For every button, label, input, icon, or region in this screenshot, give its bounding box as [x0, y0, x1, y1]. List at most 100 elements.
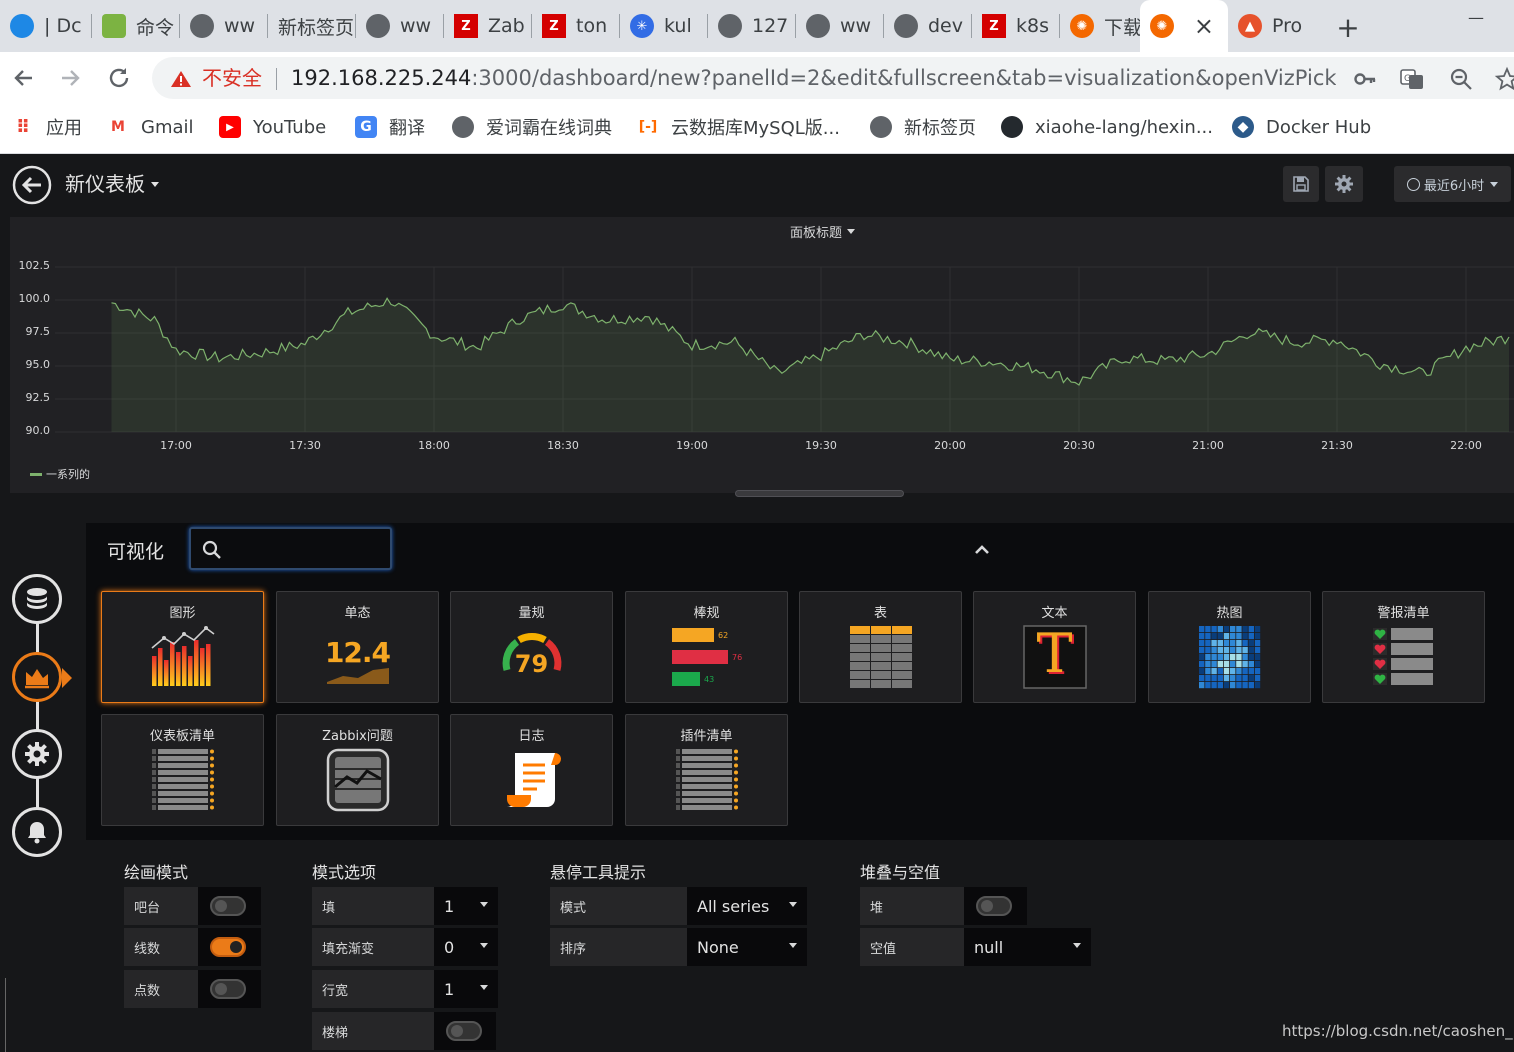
mode-options-title: 模式选项 — [312, 863, 377, 882]
x-tick-label: 22:00 — [1450, 439, 1482, 452]
x-tick-label: 19:00 — [676, 439, 708, 452]
active-tab-arrow — [62, 668, 72, 688]
queries-tab[interactable] — [12, 574, 62, 624]
general-tab[interactable] — [12, 729, 62, 779]
viz-card[interactable]: 表 — [799, 591, 962, 703]
y-tick-label: 90.0 — [25, 424, 51, 437]
x-tick-label: 20:30 — [1063, 439, 1095, 452]
stack-switch-cell — [964, 887, 1027, 925]
stack-toggle[interactable] — [976, 896, 1012, 916]
caret-down-icon — [789, 943, 797, 948]
viz-sample-value: 79 — [514, 650, 549, 678]
tooltip-sort-label: 排序 — [550, 928, 687, 966]
tooltip-sort-select[interactable]: None — [687, 928, 807, 966]
fill-gradient-value: 0 — [444, 937, 455, 957]
legend-label: 一系列的 — [46, 468, 90, 481]
bell-icon — [28, 822, 46, 844]
line-chart[interactable] — [0, 0, 1514, 500]
viz-card[interactable]: 量规 79 — [450, 591, 613, 703]
collapse-icon[interactable] — [972, 540, 992, 560]
stack-label: 堆 — [860, 887, 964, 925]
viz-card-label: 表 — [873, 606, 887, 621]
logs-viz-icon — [497, 747, 567, 813]
bar-gauge-value: 62 — [718, 631, 729, 640]
viz-card-label: 仪表板清单 — [149, 729, 215, 744]
viz-card-label: 量规 — [518, 606, 545, 621]
caret-down-icon — [480, 902, 488, 907]
fill-select[interactable]: 1 — [434, 887, 498, 925]
y-tick-label: 100.0 — [18, 292, 51, 305]
x-tick-label: 20:00 — [934, 439, 966, 452]
alertlist-viz-icon — [1369, 624, 1439, 690]
caret-down-icon — [1073, 943, 1081, 948]
x-tick-label: 21:30 — [1321, 439, 1353, 452]
viz-card[interactable]: 警报清单 — [1322, 591, 1485, 703]
viz-search-box[interactable] — [189, 527, 392, 570]
lines-toggle[interactable] — [210, 937, 246, 957]
y-tick-label: 102.5 — [18, 259, 51, 272]
visualization-tab[interactable] — [12, 652, 62, 702]
points-switch-cell — [198, 970, 261, 1008]
tooltip-mode-label: 模式 — [550, 887, 687, 925]
database-icon — [27, 588, 47, 609]
staircase-switch-cell — [434, 1012, 496, 1050]
viz-card-label: 日志 — [518, 729, 545, 744]
viz-card[interactable]: 单态 12.4 — [276, 591, 439, 703]
x-tick-label: 17:30 — [289, 439, 321, 452]
viz-card[interactable]: Zabbix问题 — [276, 714, 439, 826]
legend-item[interactable]: 一系列的 — [30, 466, 90, 482]
tooltip-sort-value: None — [697, 937, 739, 957]
points-toggle[interactable] — [210, 979, 246, 999]
draw-modes-title: 绘画模式 — [124, 863, 189, 882]
bars-toggle[interactable] — [210, 896, 246, 916]
table-viz-icon — [846, 624, 916, 690]
dashlist-viz-icon — [148, 747, 218, 813]
area-chart-icon — [25, 669, 49, 689]
bars-switch-cell — [198, 887, 261, 925]
x-tick-label: 18:30 — [547, 439, 579, 452]
viz-card-label: Zabbix问题 — [322, 729, 393, 744]
bar-gauge-value: 43 — [704, 675, 715, 684]
viz-card-label: 文本 — [1041, 606, 1068, 621]
viz-card-label: 警报清单 — [1377, 606, 1430, 621]
viz-card[interactable]: 图形 — [101, 591, 264, 703]
panel-resize-handle[interactable] — [735, 490, 904, 497]
line-width-value: 1 — [444, 979, 455, 999]
y-tick-label: 97.5 — [25, 325, 51, 338]
viz-section-title: 可视化 — [107, 541, 165, 563]
fill-value: 1 — [444, 896, 455, 916]
null-value-value: null — [974, 937, 1004, 957]
viz-card[interactable]: 棒规 62 76 43 — [625, 591, 788, 703]
graph-viz-icon — [148, 624, 218, 690]
viz-card[interactable]: 文本 T — [973, 591, 1136, 703]
search-icon — [202, 540, 221, 559]
series-area — [111, 298, 1509, 432]
viz-card-label: 图形 — [169, 606, 196, 621]
null-value-select[interactable]: null — [964, 928, 1091, 966]
fill-gradient-select[interactable]: 0 — [434, 928, 498, 966]
tooltip-mode-select[interactable]: All series — [687, 887, 807, 925]
viz-card-label: 热图 — [1216, 606, 1243, 621]
viz-card[interactable]: 插件清单 — [625, 714, 788, 826]
tooltip-title: 悬停工具提示 — [550, 863, 647, 882]
staircase-toggle[interactable] — [446, 1021, 482, 1041]
viz-card-label: 插件清单 — [680, 729, 733, 744]
pluginlist-viz-icon — [672, 747, 742, 813]
viz-search-input[interactable] — [227, 533, 385, 565]
cog-icon — [25, 742, 49, 766]
fill-label: 填 — [312, 887, 434, 925]
x-tick-label: 17:00 — [160, 439, 192, 452]
zabbix-problems-viz-icon — [323, 747, 393, 813]
viz-card[interactable]: 热图 — [1148, 591, 1311, 703]
alert-tab[interactable] — [12, 807, 62, 857]
caret-down-icon — [789, 902, 797, 907]
viz-card[interactable]: 日志 — [450, 714, 613, 826]
rail-line — [36, 622, 39, 812]
viz-card-label: 棒规 — [693, 606, 720, 621]
tooltip-mode-value: All series — [697, 896, 770, 916]
viz-card[interactable]: 仪表板清单 — [101, 714, 264, 826]
caret-down-icon — [480, 943, 488, 948]
lines-label: 线数 — [124, 928, 198, 966]
watermark: https://blog.csdn.net/caoshen_1 — [1282, 1022, 1514, 1040]
line-width-select[interactable]: 1 — [434, 970, 498, 1008]
